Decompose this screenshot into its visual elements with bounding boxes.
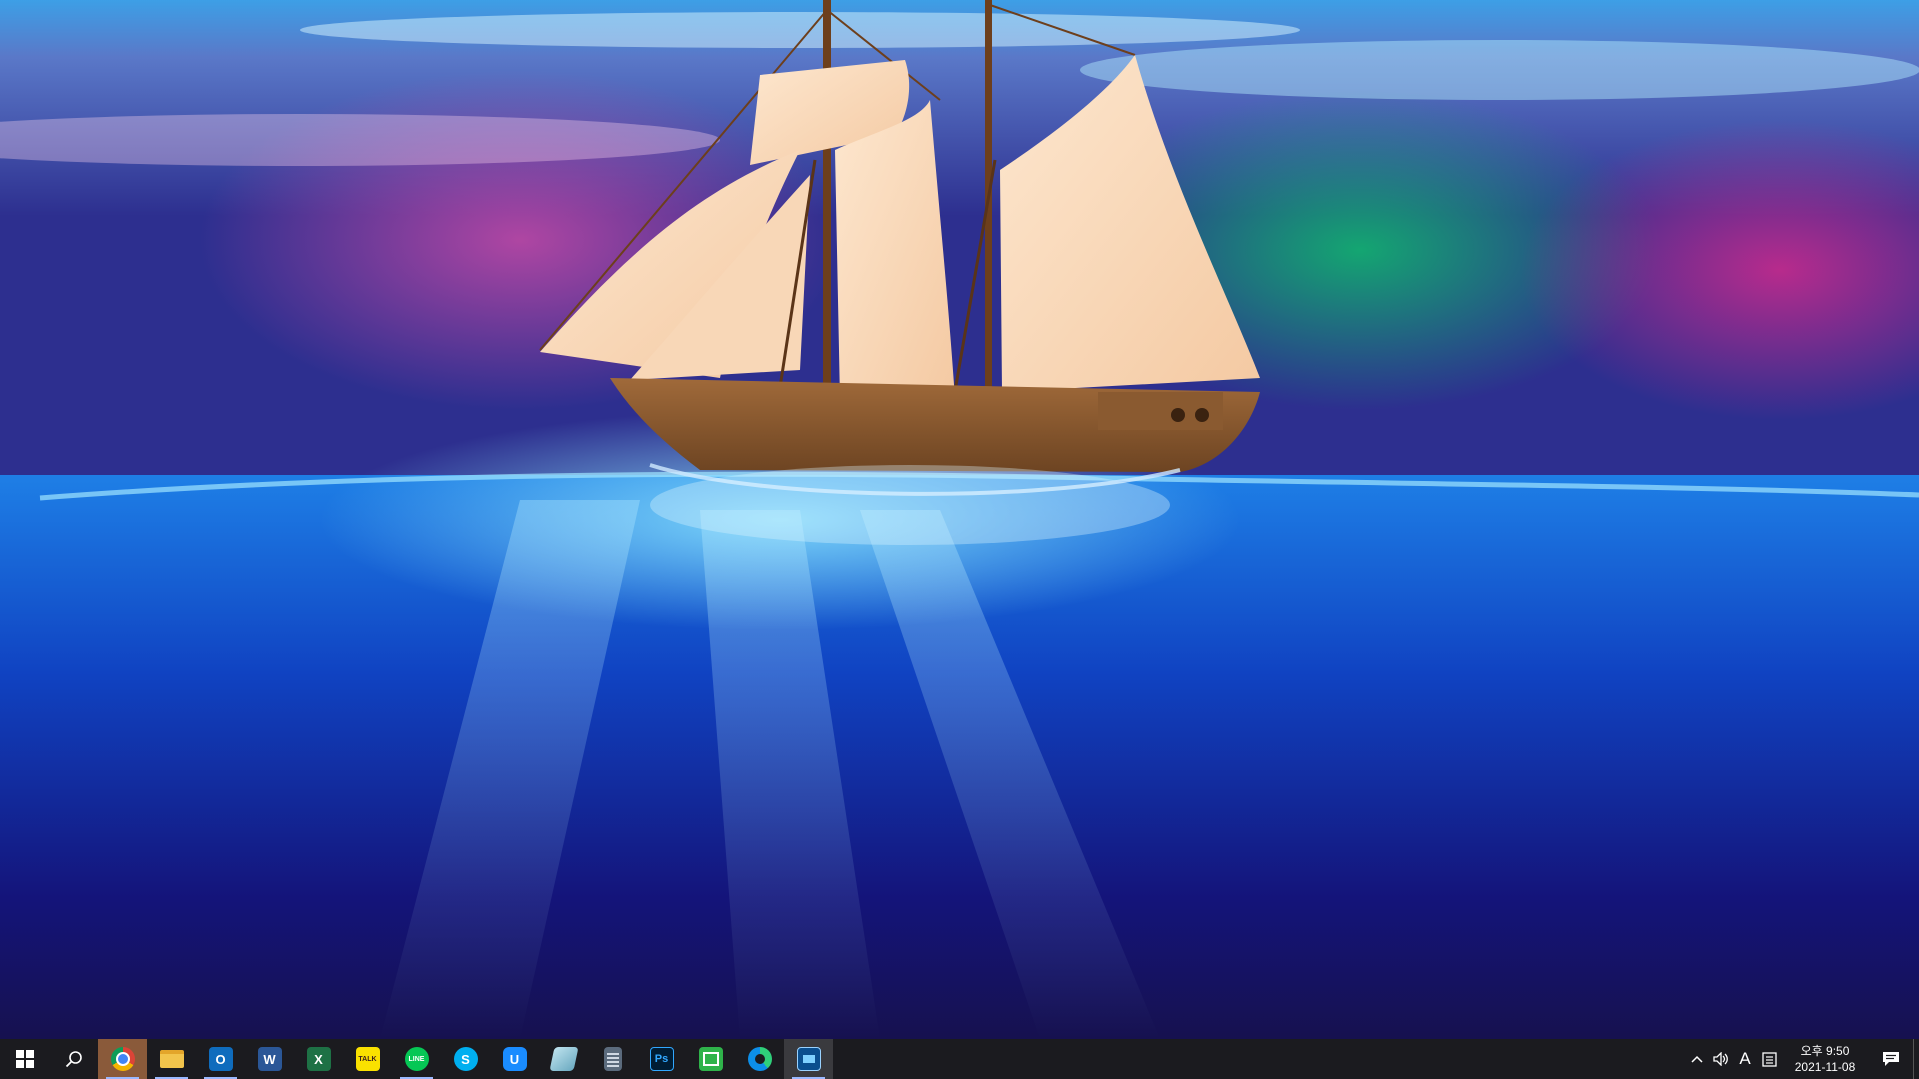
u-app-icon: U — [502, 1047, 527, 1071]
start-button[interactable] — [0, 1039, 49, 1079]
taskbar-app-kakaotalk[interactable]: TALK — [343, 1039, 392, 1079]
clock-date: 2021-11-08 — [1794, 1060, 1856, 1074]
notification-icon — [1883, 1052, 1899, 1066]
tray-overflow-chevron-icon[interactable] — [1685, 1039, 1709, 1079]
remote-app-icon — [698, 1047, 723, 1071]
taskbar-app-outlook[interactable]: O — [196, 1039, 245, 1079]
clock-time: 오후 9:50 — [1800, 1044, 1850, 1058]
show-desktop-button[interactable] — [1913, 1039, 1919, 1079]
taskbar-app-excel[interactable]: X — [294, 1039, 343, 1079]
taskbar-app-photoshop[interactable]: Ps — [637, 1039, 686, 1079]
desktop-wallpaper — [0, 0, 1919, 1039]
taskbar-app-chrome[interactable] — [98, 1039, 147, 1079]
chrome-icon — [110, 1047, 135, 1071]
ime-keyboard-icon[interactable] — [1757, 1039, 1781, 1079]
line-icon: LINE — [404, 1047, 429, 1071]
taskbar-app-word[interactable]: W — [245, 1039, 294, 1079]
taskbar: O W X TALK LINE S U Ps A 오후 9:50 2021-11… — [0, 1039, 1919, 1079]
taskbar-app-remote[interactable] — [686, 1039, 735, 1079]
outlook-icon: O — [208, 1047, 233, 1071]
taskbar-app-capture[interactable] — [784, 1039, 833, 1079]
notification-center-button[interactable] — [1869, 1039, 1913, 1079]
taskbar-app-skype[interactable]: S — [441, 1039, 490, 1079]
windows-logo-icon — [15, 1050, 34, 1068]
volume-icon[interactable] — [1709, 1039, 1733, 1079]
ime-mode-indicator[interactable]: A — [1733, 1039, 1757, 1079]
capture-tool-icon — [796, 1047, 821, 1071]
taskbar-app-edge[interactable] — [735, 1039, 784, 1079]
notepad-icon — [548, 1047, 579, 1071]
search-icon — [65, 1051, 82, 1068]
photoshop-icon: Ps — [649, 1047, 674, 1071]
system-tray: A 오후 9:50 2021-11-08 — [1685, 1039, 1919, 1079]
search-button[interactable] — [49, 1039, 98, 1079]
clock[interactable]: 오후 9:50 2021-11-08 — [1781, 1039, 1869, 1079]
kakaotalk-icon: TALK — [355, 1047, 380, 1071]
taskbar-app-u[interactable]: U — [490, 1039, 539, 1079]
calculator-icon — [603, 1047, 622, 1071]
taskbar-app-notes[interactable] — [539, 1039, 588, 1079]
edge-icon — [747, 1047, 772, 1071]
word-icon: W — [257, 1047, 282, 1071]
taskbar-app-line[interactable]: LINE — [392, 1039, 441, 1079]
taskbar-app-calculator[interactable] — [588, 1039, 637, 1079]
skype-icon: S — [453, 1047, 478, 1071]
excel-icon: X — [306, 1047, 331, 1071]
folder-icon — [159, 1050, 184, 1068]
taskbar-app-file-explorer[interactable] — [147, 1039, 196, 1079]
